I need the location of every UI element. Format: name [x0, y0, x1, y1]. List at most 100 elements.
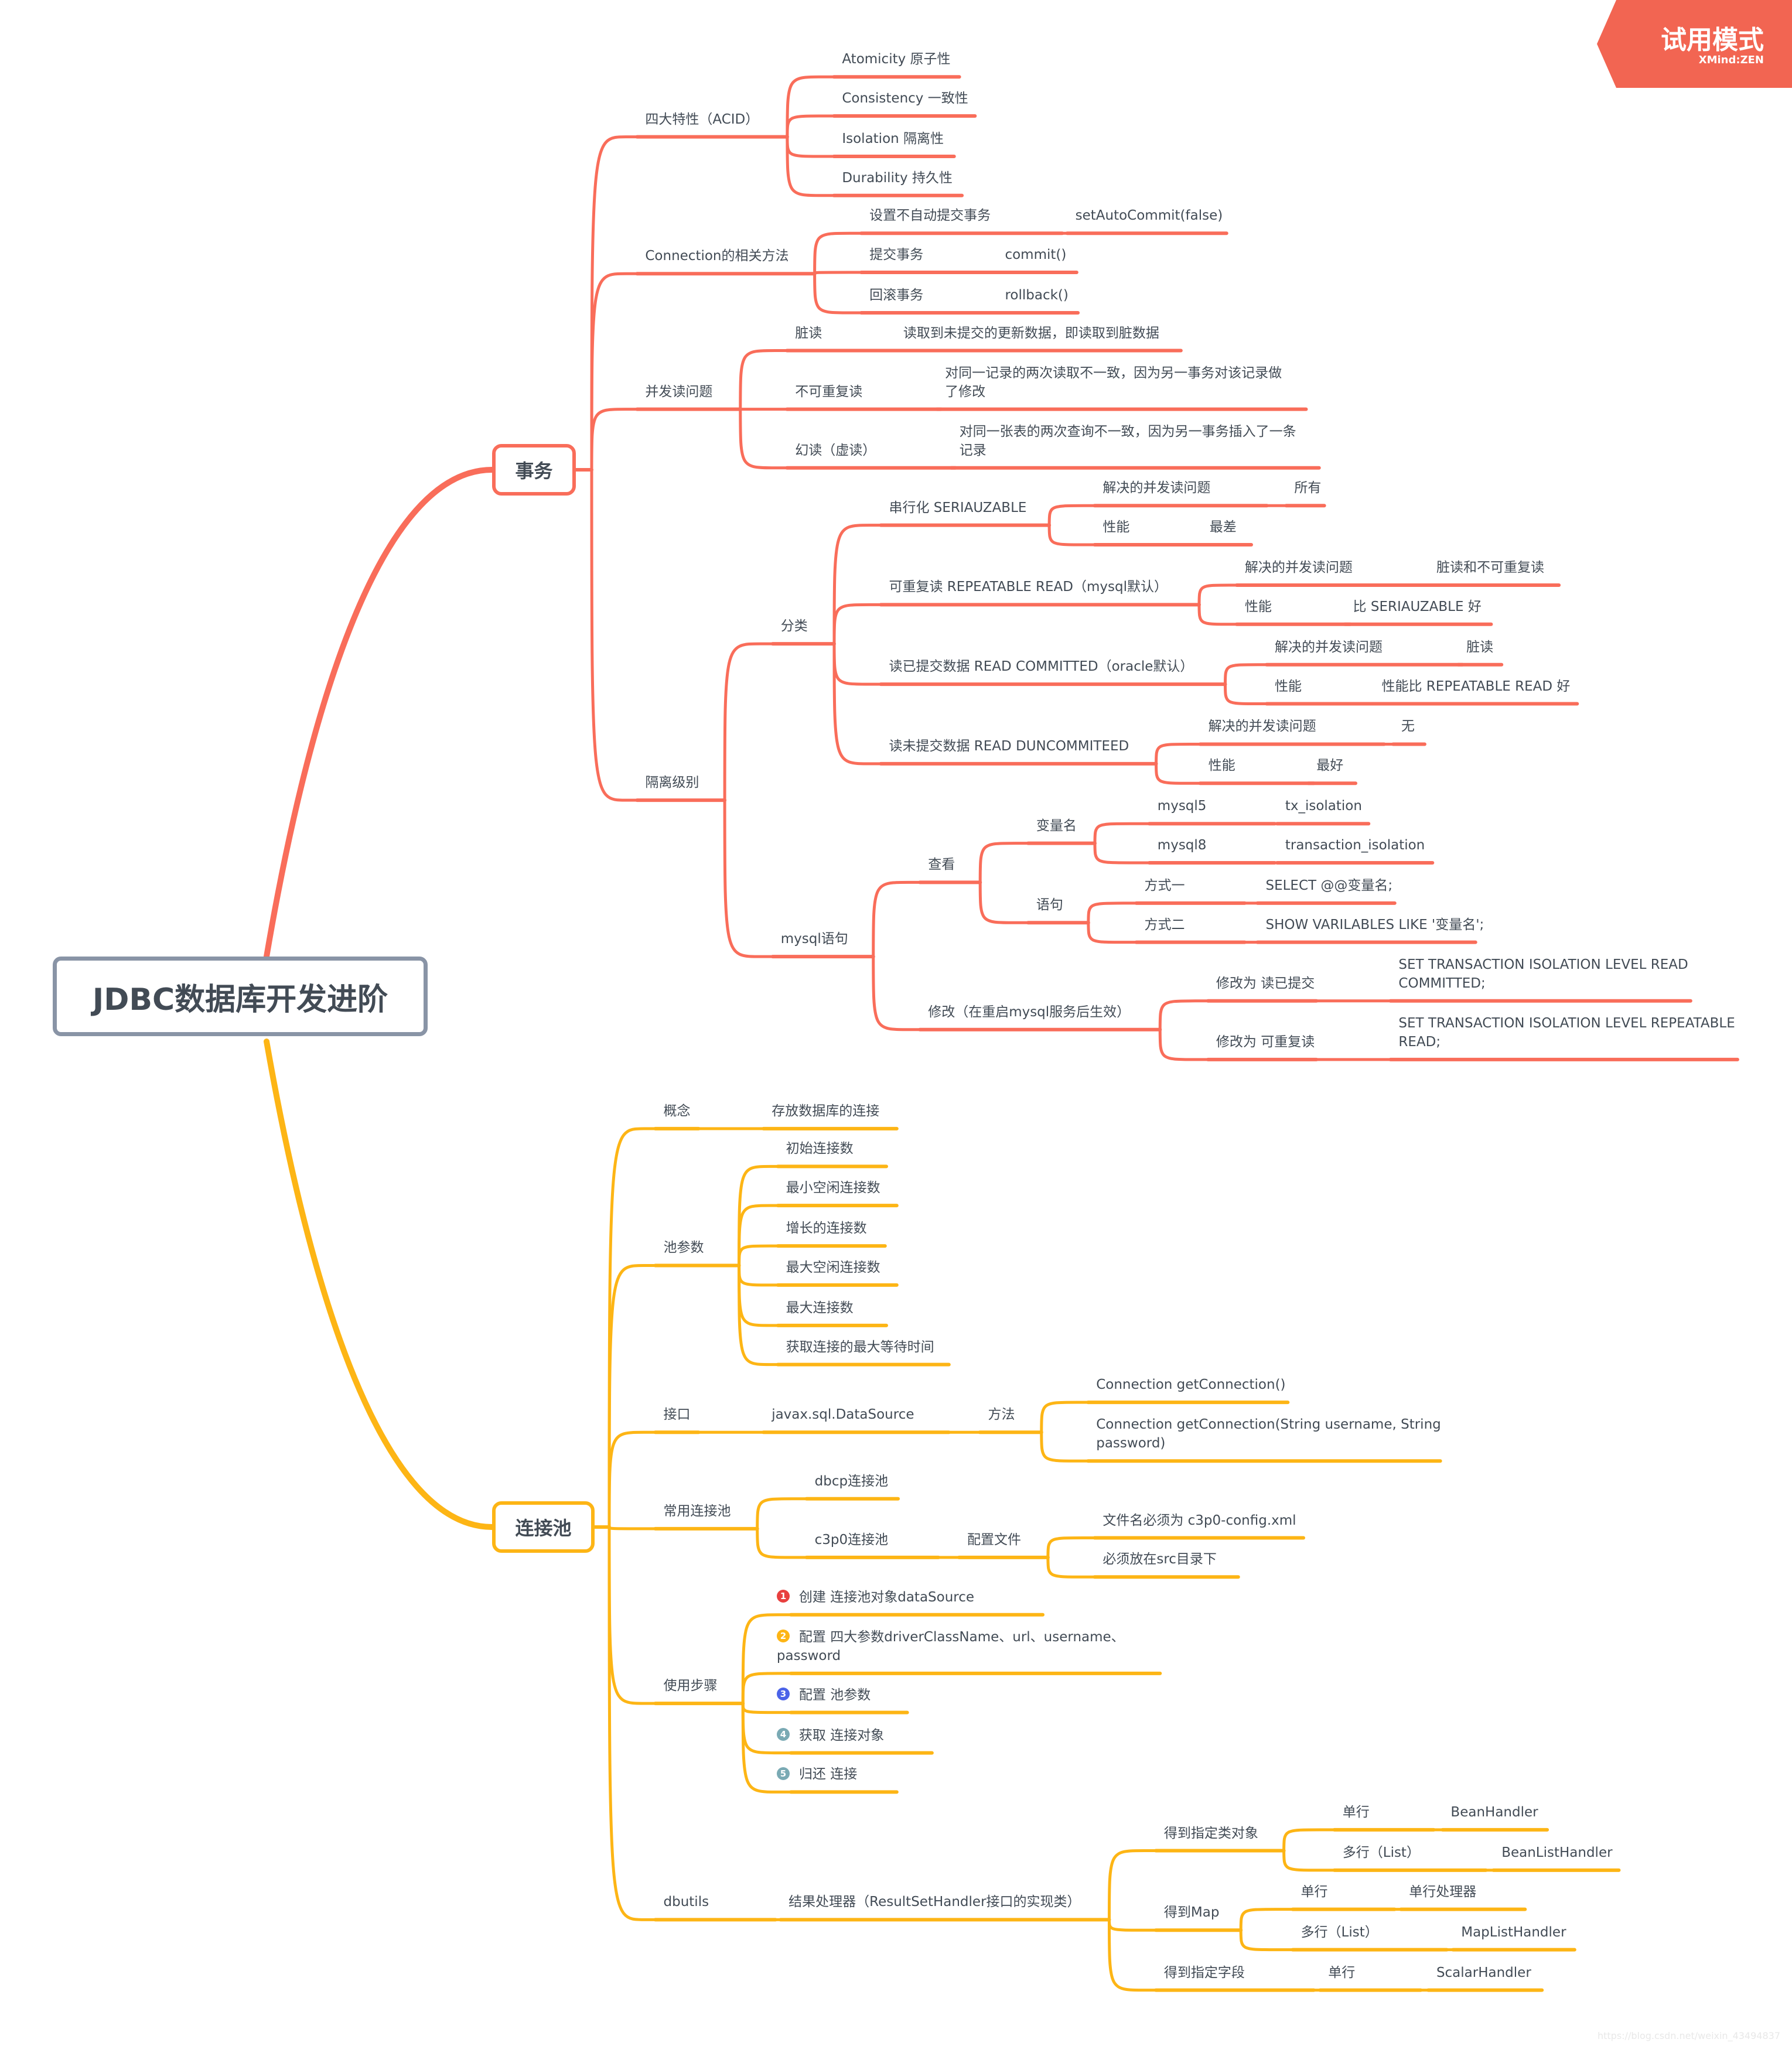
- topic-t4a4b[interactable]: 性能: [1209, 756, 1235, 775]
- topic-t3b1[interactable]: 对同一记录的两次读取不一致，因为另一事务对该记录做 了修改: [945, 364, 1282, 401]
- central-topic[interactable]: JDBC数据库开发进阶: [53, 957, 428, 1036]
- topic-t1c[interactable]: Isolation 隔离性: [842, 129, 944, 148]
- topic-p4a[interactable]: dbcp连接池: [815, 1472, 888, 1491]
- topic-t4a4a1[interactable]: 无: [1401, 717, 1415, 736]
- topic-p6a3a1[interactable]: ScalarHandler: [1436, 1963, 1531, 1982]
- topic-p1[interactable]: 概念: [664, 1102, 691, 1121]
- topic-p2a[interactable]: 初始连接数: [786, 1139, 854, 1158]
- topic-t4b1b1[interactable]: 方式一: [1145, 876, 1185, 895]
- trial-mode-badge[interactable]: 试用模式 XMind:ZEN: [1590, 0, 1792, 88]
- topic-t4a3b[interactable]: 性能: [1275, 677, 1302, 696]
- topic-p4b1[interactable]: 配置文件: [967, 1531, 1021, 1549]
- topic-t4a2[interactable]: 可重复读 REPEATABLE READ（mysql默认）: [889, 578, 1168, 596]
- topic-p5d[interactable]: 4 获取 连接对象: [776, 1726, 884, 1745]
- topic-p4b1a[interactable]: 文件名必须为 c3p0-config.xml: [1102, 1511, 1296, 1530]
- topic-t4b2a[interactable]: 修改为 读已提交: [1216, 974, 1315, 993]
- topic-t2a1[interactable]: setAutoCommit(false): [1076, 206, 1223, 225]
- topic-p2c[interactable]: 增长的连接数: [786, 1219, 867, 1238]
- topic-p5c[interactable]: 3 配置 池参数: [776, 1686, 871, 1705]
- topic-t2[interactable]: Connection的相关方法: [645, 247, 789, 265]
- topic-t4b1[interactable]: 查看: [928, 855, 955, 874]
- topic-t4b[interactable]: mysql语句: [781, 930, 848, 948]
- topic-p6a3a[interactable]: 单行: [1328, 1963, 1355, 1982]
- topic-p1a[interactable]: 存放数据库的连接: [772, 1102, 879, 1121]
- topic-p4[interactable]: 常用连接池: [664, 1502, 731, 1521]
- topic-p5b[interactable]: 2 配置 四大参数driverClassName、url、username、 pa…: [776, 1628, 1125, 1665]
- topic-p2b[interactable]: 最小空闲连接数: [786, 1179, 880, 1197]
- topic-p5a[interactable]: 1 创建 连接池对象dataSource: [776, 1588, 974, 1607]
- topic-t4a2b1[interactable]: 比 SERIAUZABLE 好: [1353, 597, 1482, 616]
- main-topic-transaction[interactable]: 事务: [492, 444, 576, 496]
- topic-p5e[interactable]: 5 归还 连接: [776, 1765, 857, 1784]
- topic-t3a[interactable]: 脏读: [795, 324, 822, 343]
- topic-t4a3a[interactable]: 解决的并发读问题: [1275, 638, 1383, 657]
- topic-p6a1a[interactable]: 单行: [1343, 1803, 1370, 1822]
- topic-p4b1b[interactable]: 必须放在src目录下: [1102, 1550, 1217, 1569]
- topic-t4a3a1[interactable]: 脏读: [1466, 638, 1493, 657]
- topic-t2a[interactable]: 设置不自动提交事务: [869, 206, 991, 225]
- topic-t4b2b1[interactable]: SET TRANSACTION ISOLATION LEVEL REPEATAB…: [1398, 1014, 1735, 1051]
- topic-t4b1b2a[interactable]: SHOW VARILABLES LIKE '变量名';: [1265, 916, 1484, 934]
- topic-t4a2b[interactable]: 性能: [1245, 597, 1272, 616]
- topic-t4a2a1[interactable]: 脏读和不可重复读: [1436, 558, 1544, 577]
- topic-p2e[interactable]: 最大连接数: [786, 1299, 854, 1317]
- topic-t3b[interactable]: 不可重复读: [795, 382, 862, 401]
- topic-t3c1[interactable]: 对同一张表的两次查询不一致，因为另一事务插入了一条 记录: [960, 422, 1296, 460]
- topic-t4a3b1[interactable]: 性能比 REPEATABLE READ 好: [1382, 677, 1571, 696]
- topic-p3a1b[interactable]: Connection getConnection(String username…: [1096, 1415, 1441, 1453]
- topic-p2d[interactable]: 最大空闲连接数: [786, 1258, 880, 1277]
- topic-t4a4b1[interactable]: 最好: [1316, 756, 1343, 775]
- topic-t4b1a1[interactable]: mysql5: [1158, 797, 1207, 815]
- topic-t4b1a[interactable]: 变量名: [1036, 817, 1077, 835]
- topic-p3a[interactable]: javax.sql.DataSource: [772, 1405, 914, 1424]
- topic-t1[interactable]: 四大特性（ACID）: [645, 110, 759, 129]
- topic-t4a3[interactable]: 读已提交数据 READ COMMITTED（oracle默认）: [889, 657, 1193, 676]
- topic-t4a4a[interactable]: 解决的并发读问题: [1209, 717, 1316, 736]
- topic-t4b1a2a[interactable]: transaction_isolation: [1285, 836, 1425, 855]
- topic-t4b1b2[interactable]: 方式二: [1145, 916, 1185, 934]
- topic-p6a2b1[interactable]: MapListHandler: [1461, 1923, 1566, 1942]
- topic-t4a1b1[interactable]: 最差: [1210, 518, 1237, 537]
- topic-p6a1[interactable]: 得到指定类对象: [1164, 1824, 1258, 1843]
- topic-p6a1b[interactable]: 多行（List）: [1343, 1843, 1420, 1862]
- topic-t4[interactable]: 隔离级别: [645, 773, 699, 792]
- topic-p4b[interactable]: c3p0连接池: [815, 1531, 889, 1549]
- topic-p6a3[interactable]: 得到指定字段: [1164, 1963, 1245, 1982]
- topic-t4a2a[interactable]: 解决的并发读问题: [1245, 558, 1353, 577]
- topic-t3a1[interactable]: 读取到未提交的更新数据，即读取到脏数据: [903, 324, 1159, 343]
- topic-t4b1b1a[interactable]: SELECT @@变量名;: [1265, 876, 1392, 895]
- topic-p6[interactable]: dbutils: [664, 1893, 709, 1911]
- topic-p6a2a1[interactable]: 单行处理器: [1409, 1883, 1476, 1901]
- topic-t4a1a[interactable]: 解决的并发读问题: [1102, 479, 1210, 497]
- topic-t1a[interactable]: Atomicity 原子性: [842, 50, 950, 69]
- topic-t4b2a1[interactable]: SET TRANSACTION ISOLATION LEVEL READ COM…: [1398, 955, 1688, 993]
- topic-p3a1a[interactable]: Connection getConnection(): [1096, 1375, 1285, 1394]
- topic-p6a[interactable]: 结果处理器（ResultSetHandler接口的实现类）: [789, 1893, 1080, 1911]
- topic-t4b2b[interactable]: 修改为 可重复读: [1216, 1033, 1315, 1051]
- topic-p6a1a1[interactable]: BeanHandler: [1450, 1803, 1538, 1822]
- topic-p2[interactable]: 池参数: [664, 1238, 704, 1257]
- main-topic-connection-pool[interactable]: 连接池: [492, 1501, 595, 1553]
- topic-p6a2[interactable]: 得到Map: [1164, 1903, 1220, 1922]
- topic-p6a2b[interactable]: 多行（List）: [1301, 1923, 1378, 1942]
- topic-t1d[interactable]: Durability 持久性: [842, 169, 953, 187]
- topic-p3[interactable]: 接口: [664, 1405, 691, 1424]
- topic-t3[interactable]: 并发读问题: [645, 382, 712, 401]
- topic-p6a2a[interactable]: 单行: [1301, 1883, 1328, 1901]
- topic-t4a1b[interactable]: 性能: [1102, 518, 1129, 537]
- topic-p5[interactable]: 使用步骤: [664, 1676, 718, 1695]
- topic-t3c[interactable]: 幻读（虚读）: [795, 441, 876, 460]
- topic-p2f[interactable]: 获取连接的最大等待时间: [786, 1338, 934, 1357]
- topic-t4a[interactable]: 分类: [781, 617, 808, 636]
- topic-t4b1a2[interactable]: mysql8: [1158, 836, 1207, 855]
- topic-t4b1b[interactable]: 语句: [1036, 896, 1063, 914]
- topic-t4b1a1a[interactable]: tx_isolation: [1285, 797, 1362, 815]
- topic-t2b1[interactable]: commit(): [1005, 245, 1066, 264]
- topic-t4a1[interactable]: 串行化 SERIAUZABLE: [889, 498, 1026, 517]
- topic-t2b[interactable]: 提交事务: [869, 245, 923, 264]
- topic-p3a1[interactable]: 方法: [988, 1405, 1015, 1424]
- topic-t4a1a1[interactable]: 所有: [1294, 479, 1321, 497]
- topic-t2c[interactable]: 回滚事务: [869, 286, 923, 305]
- topic-p6a1b1[interactable]: BeanListHandler: [1501, 1843, 1612, 1862]
- topic-t4b2[interactable]: 修改（在重启mysql服务后生效）: [928, 1003, 1130, 1022]
